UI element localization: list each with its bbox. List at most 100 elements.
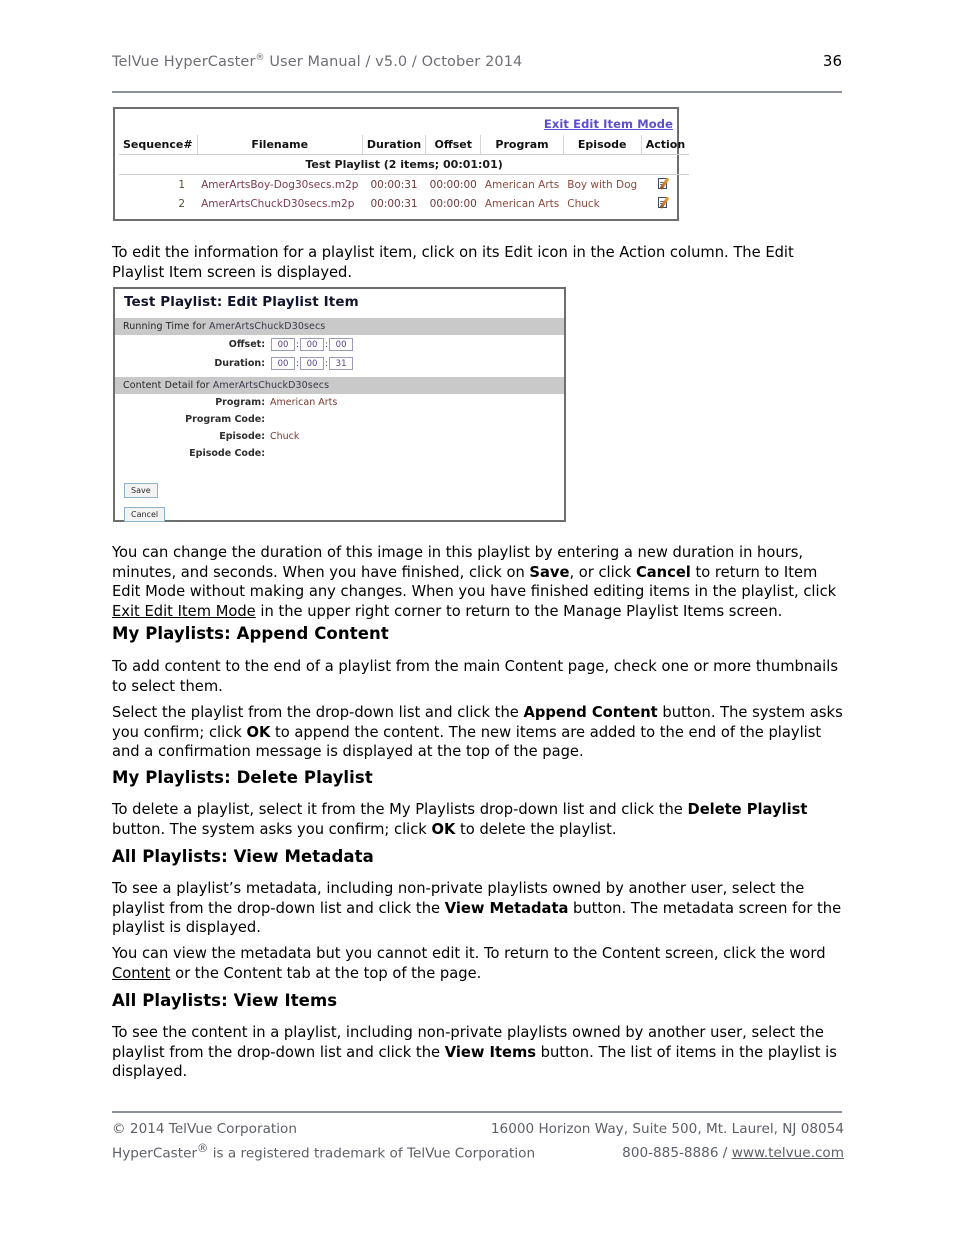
program-row: Program: American Arts [115,394,564,411]
offset-hours-input[interactable]: 00 [271,338,295,351]
paragraph-append-1: To add content to the end of a playlist … [112,657,844,696]
edit-icon[interactable] [657,177,673,191]
page-number: 36 [822,52,842,70]
footer-trademark-pre: HyperCaster [112,1145,198,1162]
exit-edit-item-mode-bar: Exit Edit Item Mode [115,109,677,135]
cell-sequence: 2 [178,197,186,210]
exit-edit-item-mode-text-link[interactable]: Exit Edit Item Mode [112,603,256,620]
document-page: TelVue HyperCaster® User Manual / v5.0 /… [0,0,954,1235]
heading-append-content: My Playlists: Append Content [112,624,389,643]
para-delete-c: to delete the playlist. [455,820,617,838]
footer-address: 16000 Horizon Way, Suite 500, Mt. Laurel… [490,1121,844,1137]
content-link[interactable]: Content [112,965,170,982]
episode-row: Episode: Chuck [115,428,564,445]
bold-view-metadata: View Metadata [444,899,569,917]
paragraph-append-2: Select the playlist from the drop-down l… [112,703,844,762]
offset-minutes-input[interactable]: 00 [300,338,325,351]
save-button[interactable]: Save [124,483,158,498]
column-header-offset[interactable]: Offset [425,135,482,155]
paragraph-edit-info: To edit the information for a playlist i… [112,243,844,282]
figure-playlist-items-screenshot: Exit Edit Item Mode Test Playlist (2 ite… [113,107,690,221]
offset-label: Offset: [228,339,265,350]
program-code-row: Program Code: [115,411,564,428]
column-header-sequence[interactable]: Sequence# [119,135,198,155]
heading-delete-playlist: My Playlists: Delete Playlist [112,768,373,787]
bold-cancel: Cancel [635,563,691,581]
content-detail-section-band: Content Detail for AmerArtsChuckD30secs [115,377,564,394]
program-label: Program: [215,397,265,408]
header-title-post: User Manual / v5.0 / October 2014 [264,54,523,70]
content-detail-band-filename: AmerArtsChuckD30secs [212,380,330,391]
footer-contact: 800-885-8886 / www.telvue.com [622,1144,844,1164]
cell-episode: Chuck [567,197,600,210]
duration-hours-input[interactable]: 00 [271,357,295,370]
cell-action [641,175,689,195]
registered-mark-icon: ® [255,53,265,64]
heading-view-items: All Playlists: View Items [112,991,338,1010]
column-header-duration[interactable]: Duration [362,135,427,155]
paragraph-view-items: To see the content in a playlist, includ… [112,1023,844,1082]
cell-filename: AmerArtsBoy-Dog30secs.m2p [201,178,359,191]
playlist-title-row: Test Playlist (2 items; 00:01:01) [119,154,690,175]
running-time-band-label: Running Time for [123,321,209,332]
column-header-episode[interactable]: Episode [563,135,642,155]
bold-ok-append: OK [246,723,271,741]
para-duration-b: , or click [569,563,636,581]
form-buttons: Save Cancel [115,462,564,526]
column-header-filename[interactable]: Filename [197,135,363,155]
program-value: American Arts [270,397,338,408]
footer-phone: 800-885-8886 [622,1145,719,1162]
header-title-pre: TelVue HyperCaster [112,54,256,70]
footer-row-2: HyperCaster® is a registered trademark o… [112,1140,844,1164]
playlist-items-table: Test Playlist (2 items; 00:01:01) Sequen… [119,135,690,213]
offset-seconds-input[interactable]: 00 [329,338,354,351]
column-header-program[interactable]: Program [480,135,564,155]
cell-episode: Boy with Dog [567,178,638,191]
episode-code-row: Episode Code: [115,445,564,462]
duration-seconds-input[interactable]: 31 [329,357,354,370]
footer-copyright: © 2014 TelVue Corporation [112,1121,297,1137]
heading-view-metadata: All Playlists: View Metadata [112,847,374,866]
cell-offset: 00:00:00 [429,178,477,191]
footer-trademark: HyperCaster® is a registered trademark o… [112,1140,535,1164]
edit-icon[interactable] [657,196,673,210]
paragraph-edit-info-line2: Item screen is displayed. [168,263,353,281]
para-delete-b: button. The system asks you confirm; cli… [112,820,432,838]
bold-view-items: View Items [444,1043,536,1061]
duration-field-row: Duration: 00 : 00 : 31 [115,354,564,373]
duration-colon-1: : [296,358,300,369]
playlist-title: Test Playlist (2 items; 00:01:01) [119,154,690,175]
paragraph-metadata-2: You can view the metadata but you cannot… [112,944,844,983]
footer-website-link[interactable]: www.telvue.com [732,1145,844,1161]
paragraph-metadata-1: To see a playlist’s metadata, including … [112,879,844,938]
page-footer: © 2014 TelVue Corporation 16000 Horizon … [112,1120,844,1164]
offset-colon-2: : [325,339,329,350]
para-duration-d: in the upper right corner to return to t… [255,602,783,620]
cell-duration: 00:00:31 [370,197,418,210]
cell-filename: AmerArtsChuckD30secs.m2p [201,197,355,210]
episode-label: Episode: [219,431,265,442]
running-time-band-filename: AmerArtsChuckD30secs [209,321,326,332]
episode-code-label: Episode Code: [189,448,265,459]
exit-edit-item-mode-link[interactable]: Exit Edit Item Mode [544,117,673,131]
offset-colon-1: : [296,339,300,350]
figure-edit-playlist-item-screenshot: Test Playlist: Edit Playlist Item Runnin… [113,287,566,522]
cell-offset: 00:00:00 [429,197,477,210]
content-detail-band-label: Content Detail for [123,380,213,391]
cancel-button[interactable]: Cancel [124,507,166,522]
running-time-section-band: Running Time for AmerArtsChuckD30secs [115,318,564,335]
duration-label: Duration: [214,358,265,369]
column-header-action[interactable]: Action [641,135,690,155]
para-append-1-a: To add content to the end of a playlist … [112,658,838,695]
cell-program: American Arts [484,178,560,191]
duration-colon-2: : [325,358,329,369]
cell-duration: 00:00:31 [370,178,418,191]
footer-trademark-post: is a registered trademark of TelVue Corp… [208,1145,536,1162]
cell-program: American Arts [484,197,560,210]
header-title: TelVue HyperCaster® User Manual / v5.0 /… [112,53,522,70]
bold-save: Save [529,563,570,581]
table-row: 1 AmerArtsBoy-Dog30secs.m2p 00:00:31 00:… [119,175,689,195]
duration-minutes-input[interactable]: 00 [300,357,325,370]
para-delete-a: To delete a playlist, select it from the… [112,801,688,818]
footer-separator: / [718,1145,732,1162]
